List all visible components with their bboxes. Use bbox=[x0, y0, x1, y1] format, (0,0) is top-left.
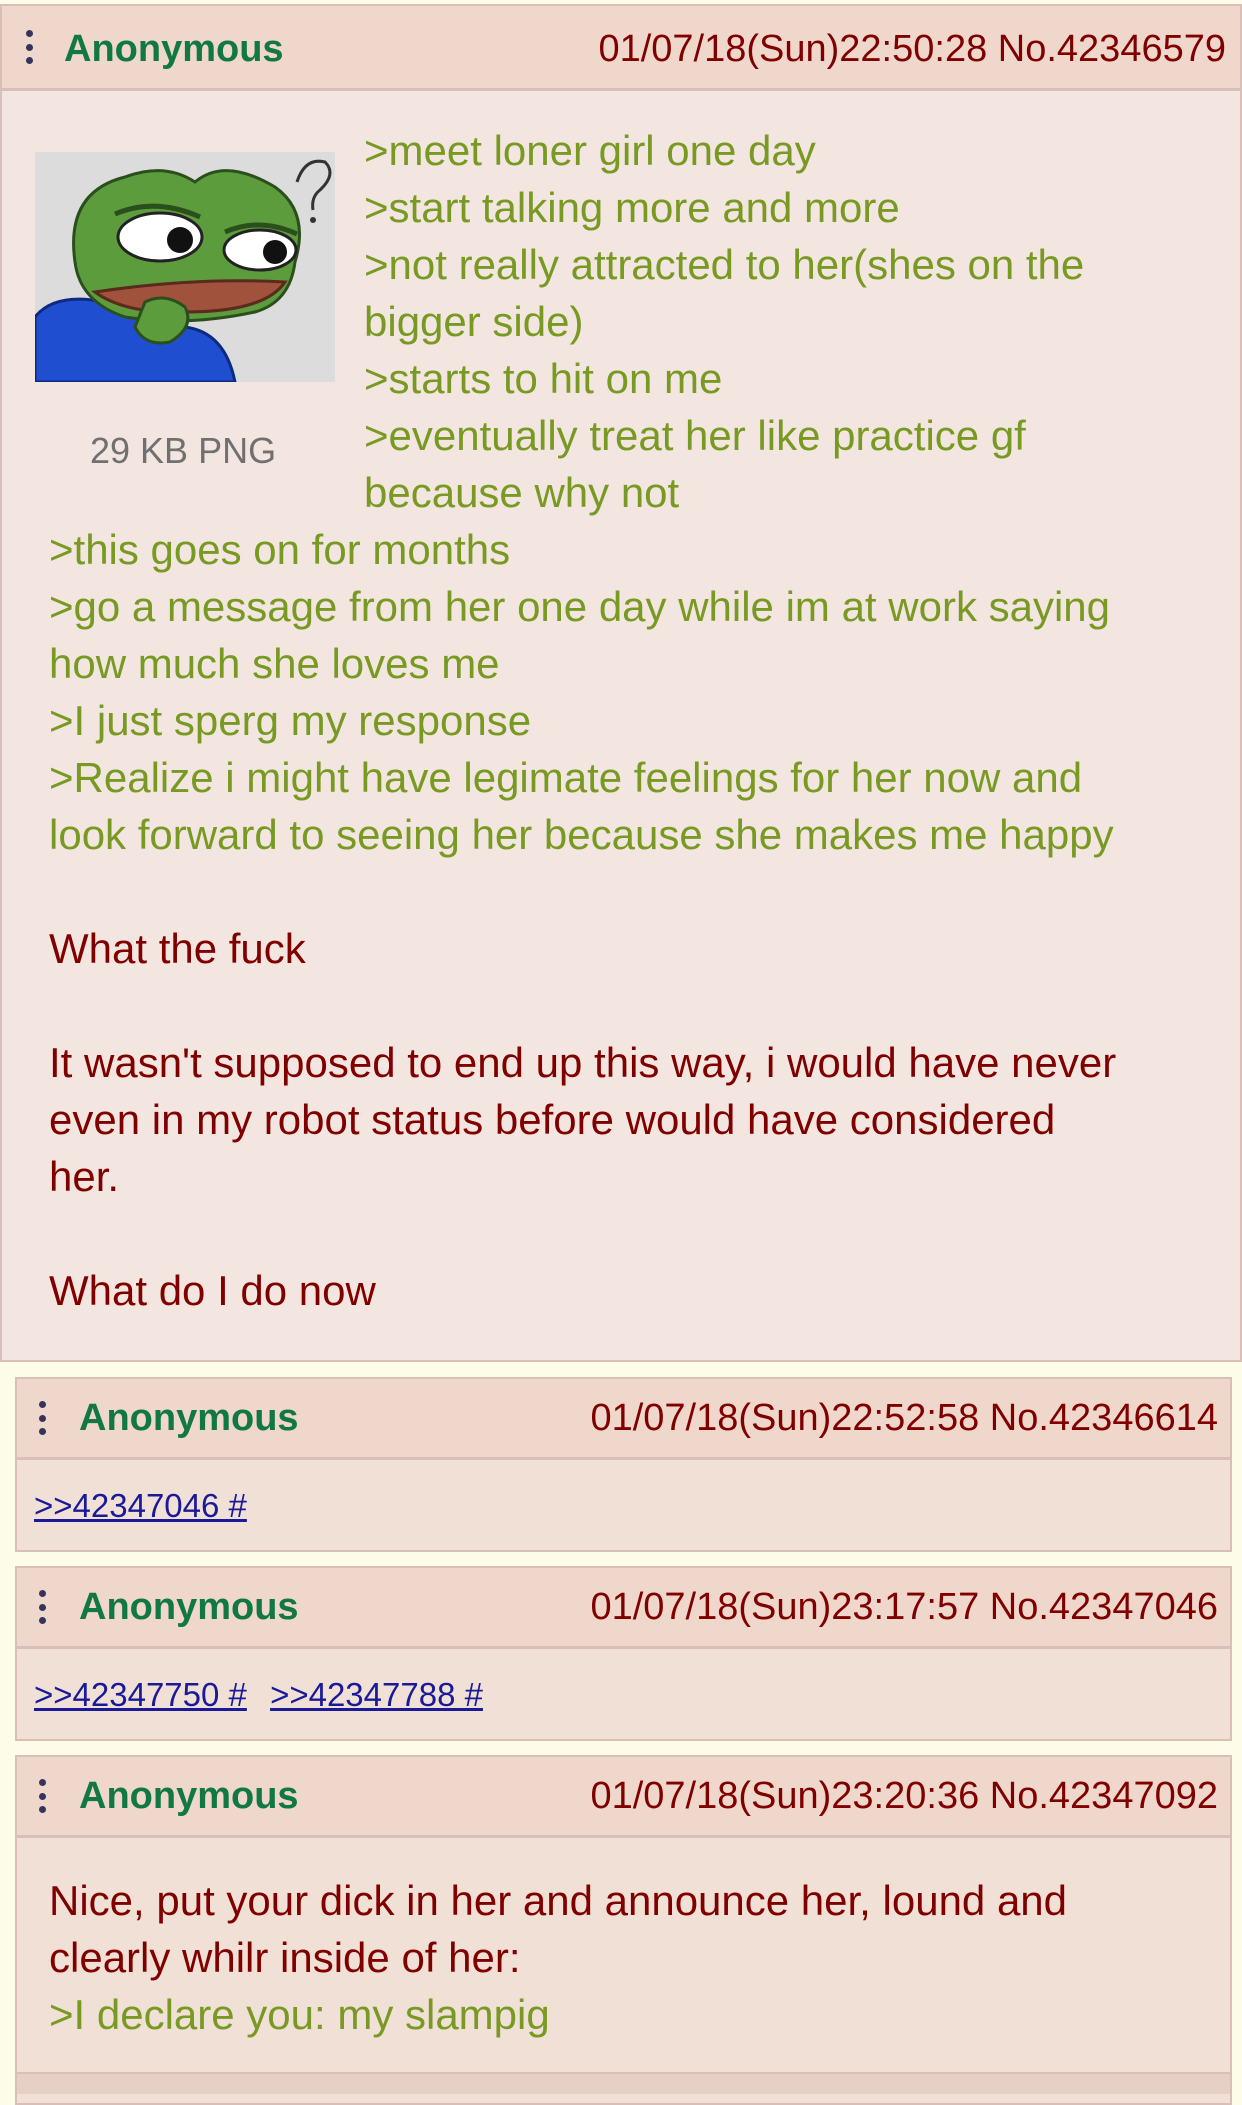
reply-post: Anonymous 01/07/18(Sun)23:17:57 No.42347… bbox=[15, 1566, 1232, 1741]
reply-post: Anonymous 01/07/18(Sun)23:20:36 No.42347… bbox=[15, 1755, 1232, 2105]
message-line: her. bbox=[49, 1153, 120, 1200]
thinking-frog-icon[interactable] bbox=[35, 152, 335, 382]
greentext-line: >this goes on for months bbox=[49, 526, 511, 573]
backlinks: >>42347750 # >>42347788 # bbox=[34, 1676, 497, 1714]
post-datetime: 01/07/18(Sun)22:52:58 bbox=[590, 1397, 980, 1439]
poster-name: Anonymous bbox=[79, 1775, 299, 1817]
greentext-line: >go a message from her one day while im … bbox=[49, 583, 1111, 630]
greentext-line: >start talking more and more bbox=[364, 184, 900, 231]
backlink[interactable]: >>42347788 # bbox=[270, 1676, 483, 1713]
backlink[interactable]: >>42347750 # bbox=[34, 1676, 247, 1713]
op-post: Anonymous 01/07/18(Sun)22:50:28 No.42346… bbox=[0, 4, 1242, 1362]
greentext-line: how much she loves me bbox=[49, 640, 500, 687]
message-line: What do I do now bbox=[49, 1267, 376, 1314]
greentext-line: look forward to seeing her because she m… bbox=[49, 811, 1114, 858]
post-header: Anonymous 01/07/18(Sun)23:20:36 No.42347… bbox=[17, 1757, 1230, 1838]
message-line: Nice, put your dick in her and announce … bbox=[49, 1877, 1068, 1924]
post-dateline: 01/07/18(Sun)22:52:58 No.42346614 bbox=[590, 1397, 1218, 1440]
post-dateline: 01/07/18(Sun)23:20:36 No.42347092 bbox=[590, 1775, 1218, 1818]
post-datetime: 01/07/18(Sun)23:20:36 bbox=[590, 1775, 980, 1817]
post-menu-icon[interactable] bbox=[39, 1779, 46, 1813]
message-line: clearly whilr inside of her: bbox=[49, 1934, 521, 1981]
message-line: It wasn't supposed to end up this way, i… bbox=[49, 1039, 1117, 1086]
post-menu-icon[interactable] bbox=[39, 1590, 46, 1624]
poster-name: Anonymous bbox=[79, 1397, 299, 1439]
message-line: What the fuck bbox=[49, 925, 306, 972]
greentext-line: because why not bbox=[364, 469, 680, 516]
post-datetime: 01/07/18(Sun)23:17:57 bbox=[590, 1586, 980, 1628]
greentext-line: bigger side) bbox=[364, 298, 584, 345]
greentext-line: >starts to hit on me bbox=[364, 355, 723, 402]
greentext-line: >Realize i might have legimate feelings … bbox=[49, 754, 1083, 801]
post-number[interactable]: No.42347046 bbox=[990, 1586, 1218, 1628]
post-header: Anonymous 01/07/18(Sun)22:50:28 No.42346… bbox=[2, 6, 1240, 91]
backlink[interactable]: >>42347046 # bbox=[34, 1487, 247, 1524]
poster-name: Anonymous bbox=[64, 28, 284, 70]
post-menu-icon[interactable] bbox=[39, 1401, 46, 1435]
reply-post: Anonymous 01/07/18(Sun)22:52:58 No.42346… bbox=[15, 1377, 1232, 1552]
post-header: Anonymous 01/07/18(Sun)23:17:57 No.42347… bbox=[17, 1568, 1230, 1649]
post-footer bbox=[17, 2072, 1230, 2094]
post-datetime: 01/07/18(Sun)22:50:28 bbox=[598, 28, 988, 70]
greentext-line: >I just sperg my response bbox=[49, 697, 532, 744]
backlinks: >>42347046 # bbox=[34, 1487, 261, 1525]
post-header: Anonymous 01/07/18(Sun)22:52:58 No.42346… bbox=[17, 1379, 1230, 1460]
file-info: 29 KB PNG bbox=[90, 430, 277, 471]
greentext-line: >I declare you: my slampig bbox=[49, 1991, 550, 2038]
post-dateline: 01/07/18(Sun)23:17:57 No.42347046 bbox=[590, 1586, 1218, 1629]
greentext-line: >eventually treat her like practice gf bbox=[364, 412, 1026, 459]
post-number[interactable]: No.42346579 bbox=[998, 28, 1226, 70]
poster-name: Anonymous bbox=[79, 1586, 299, 1628]
post-number[interactable]: No.42346614 bbox=[990, 1397, 1218, 1439]
post-menu-icon[interactable] bbox=[26, 30, 33, 64]
greentext-line: >meet loner girl one day bbox=[364, 127, 816, 174]
post-dateline: 01/07/18(Sun)22:50:28 No.42346579 bbox=[598, 28, 1226, 71]
message-line: even in my robot status before would hav… bbox=[49, 1096, 1056, 1143]
greentext-line: >not really attracted to her(shes on the bbox=[364, 241, 1085, 288]
post-number[interactable]: No.42347092 bbox=[990, 1775, 1218, 1817]
